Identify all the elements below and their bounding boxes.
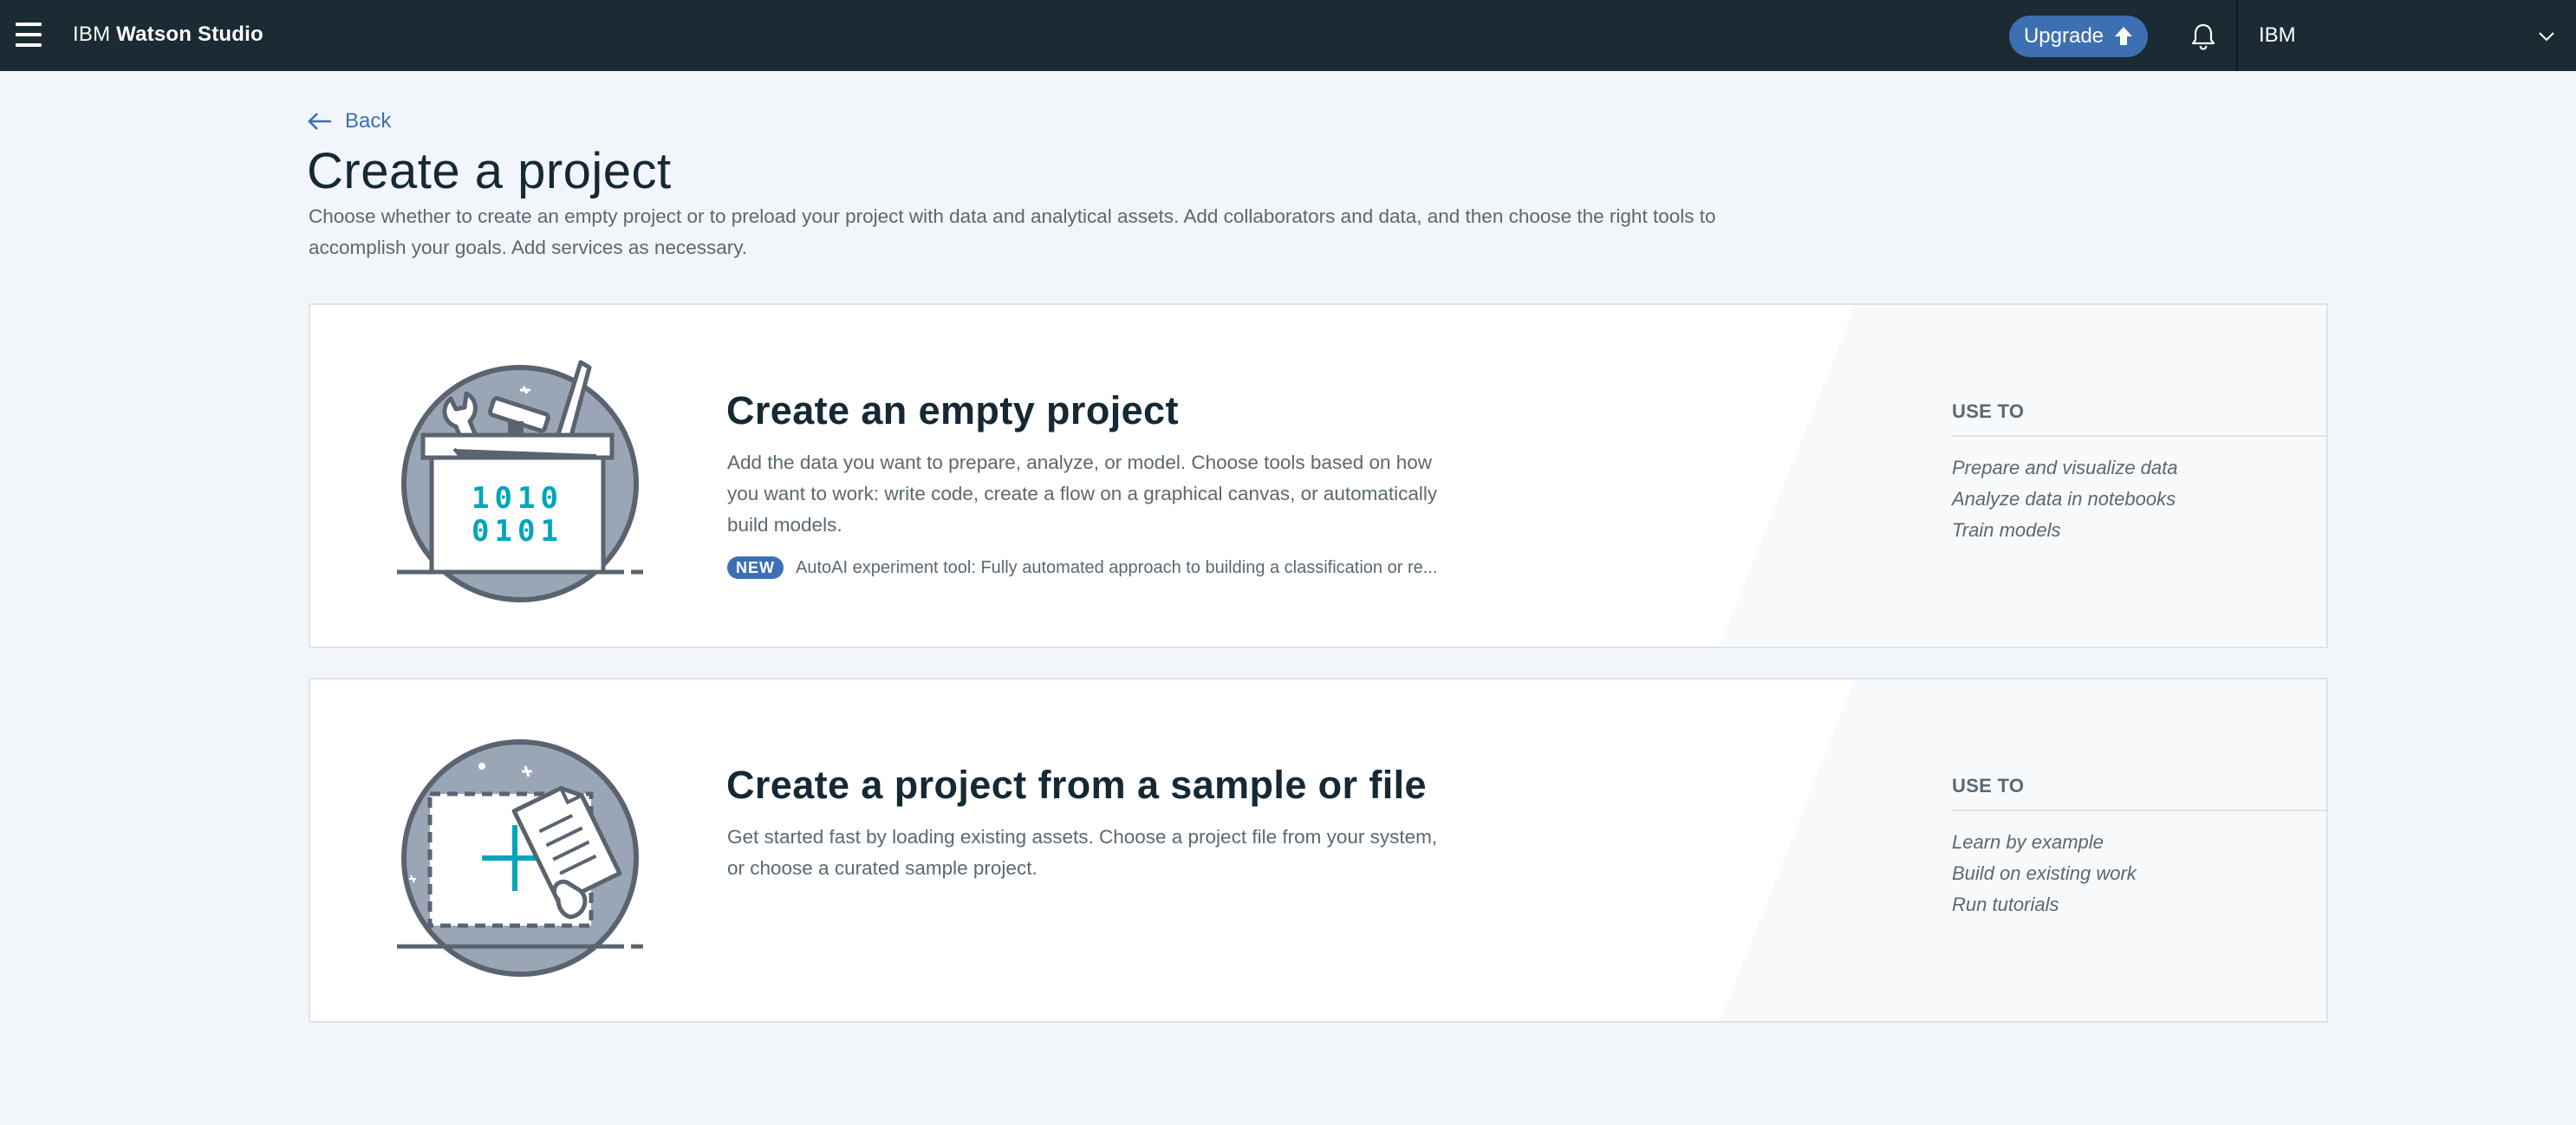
use-to-item: Learn by example (1952, 831, 2104, 853)
binary-text: 0101 (472, 514, 563, 549)
use-to-item: Run tutorials (1952, 894, 2059, 915)
sample-file-illustration-icon (397, 739, 643, 977)
card-description-line: you want to work: write code, create a f… (727, 483, 1438, 504)
card-description: Get started fast by loading existing ass… (727, 822, 1473, 884)
app-brand[interactable]: IBM Watson Studio (73, 23, 263, 47)
page-description-line: accomplish your goals. Add services as n… (309, 237, 748, 258)
use-to-list: Learn by example Build on existing work … (1952, 827, 2326, 920)
card-description-line: Add the data you want to prepare, analyz… (727, 452, 1433, 473)
use-to-panel: USE TO Learn by example Build on existin… (1952, 775, 2326, 920)
card-description-line: Get started fast by loading existing ass… (727, 826, 1438, 848)
notification-bell-icon[interactable] (2188, 21, 2219, 52)
top-navigation-bar: IBM Watson Studio Upgrade IBM (0, 0, 2576, 71)
use-to-item: Train models (1952, 519, 2061, 541)
use-to-item: Prepare and visualize data (1952, 457, 2178, 478)
chevron-down-icon (2539, 32, 2554, 42)
brand-prefix: IBM (73, 23, 111, 46)
brand-name: Watson Studio (116, 23, 263, 46)
create-project-from-sample-card[interactable]: Create a project from a sample or file G… (309, 678, 2328, 1023)
use-to-heading: USE TO (1952, 400, 2326, 437)
page-description: Choose whether to create an empty projec… (309, 201, 1747, 263)
card-description-line: build models. (727, 514, 842, 536)
use-to-list: Prepare and visualize data Analyze data … (1952, 452, 2326, 546)
back-label: Back (345, 109, 392, 133)
hamburger-menu-icon[interactable] (16, 23, 42, 47)
card-title: Create a project from a sample or file (726, 763, 1427, 807)
use-to-item: Build on existing work (1952, 862, 2137, 884)
account-label: IBM (2259, 23, 2296, 47)
upgrade-label: Upgrade (2023, 24, 2104, 48)
page-description-line: Choose whether to create an empty projec… (309, 205, 1716, 227)
card-description-line: or choose a curated sample project. (727, 857, 1038, 879)
arrow-left-icon (308, 113, 331, 130)
new-feature-row: NEW AutoAI experiment tool: Fully automa… (727, 556, 1437, 579)
use-to-panel: USE TO Prepare and visualize data Analyz… (1952, 400, 2326, 546)
back-link[interactable]: Back (307, 109, 391, 133)
use-to-heading: USE TO (1952, 775, 2326, 811)
upgrade-button[interactable]: Upgrade (2009, 16, 2148, 57)
new-badge: NEW (727, 556, 784, 579)
upgrade-arrow-icon (2115, 27, 2133, 45)
card-description: Add the data you want to prepare, analyz… (727, 447, 1473, 541)
page-title: Create a project (307, 143, 672, 199)
account-switcher[interactable]: IBM (2238, 0, 2576, 71)
toolbox-illustration-icon: 1010 0101 (397, 360, 643, 602)
binary-text: 1010 (472, 481, 563, 516)
use-to-item: Analyze data in notebooks (1952, 488, 2176, 510)
create-empty-project-card[interactable]: 1010 0101 Create an empty project Add th… (309, 303, 2328, 648)
new-feature-text: AutoAI experiment tool: Fully automated … (796, 557, 1438, 577)
card-title: Create an empty project (726, 388, 1179, 432)
